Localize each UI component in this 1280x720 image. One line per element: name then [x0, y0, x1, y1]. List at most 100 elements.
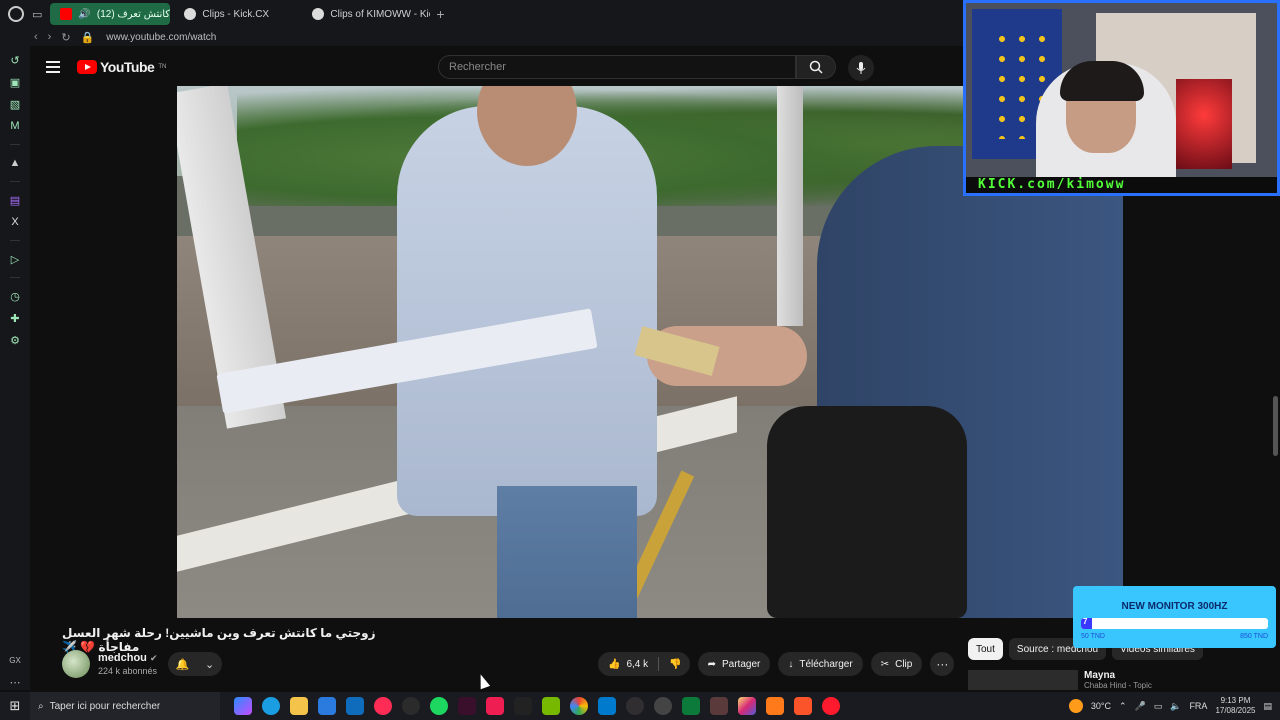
menu-hamburger-icon[interactable] — [46, 61, 60, 73]
subscription-bell-button[interactable]: 🔔 ⌄ — [168, 652, 222, 676]
country-code: TN — [158, 64, 167, 70]
store-icon[interactable] — [318, 697, 336, 715]
history-icon[interactable]: ◷ — [7, 288, 23, 304]
settings-gear-icon[interactable]: ⚙ — [7, 332, 23, 348]
vscode-icon[interactable] — [598, 697, 616, 715]
taskbar-clock[interactable]: 9:13 PM 17/08/2025 — [1215, 696, 1255, 716]
cam-bg-poster — [1176, 79, 1232, 169]
youtube-logo[interactable]: YouTube TN — [77, 59, 166, 75]
thumbs-up-icon[interactable]: 👍 — [608, 659, 620, 670]
twitch-icon[interactable]: ▤ — [7, 192, 23, 208]
chip-all[interactable]: Tout — [968, 638, 1003, 660]
recommended-video[interactable]: Mayna Chaba Hind - Topic — [968, 670, 1258, 690]
aria-icon[interactable]: ↺ — [7, 52, 23, 68]
obs-icon[interactable] — [626, 697, 644, 715]
like-dislike-pill: 👍 6,4 k 👎 — [598, 652, 690, 676]
forward-icon[interactable]: › — [48, 31, 52, 43]
instagram-icon[interactable] — [738, 697, 756, 715]
search-icon — [809, 60, 823, 74]
chrome-icon[interactable] — [570, 697, 588, 715]
sidebar-divider — [10, 144, 20, 145]
clock-time: 9:13 PM — [1220, 696, 1251, 705]
windows-start-icon[interactable]: ⊞ — [0, 692, 30, 720]
tab-kick-kimoww[interactable]: Clips of KIMOWW - Kick.C — [302, 3, 430, 25]
tiktok-icon[interactable] — [486, 697, 504, 715]
gx-control-icon[interactable]: ▧ — [7, 96, 23, 112]
page-scrollbar[interactable] — [1273, 396, 1278, 456]
share-button[interactable]: ➦ Partager — [697, 652, 771, 676]
goal-max: 850 TND — [1240, 633, 1268, 640]
weather-icon[interactable] — [1068, 699, 1083, 713]
wallet-icon[interactable]: ▣ — [7, 74, 23, 90]
video-bg-pillar — [777, 86, 803, 326]
settings-app-icon[interactable] — [654, 697, 672, 715]
network-icon[interactable]: ▭ — [1154, 701, 1163, 712]
back-icon[interactable]: ‹ — [34, 31, 38, 43]
outlook-icon[interactable] — [346, 697, 364, 715]
taskbar-apps — [234, 697, 840, 715]
mouse-cursor-icon — [475, 672, 491, 690]
gx-corner-icon[interactable]: GX — [7, 652, 23, 668]
sidebar-divider — [10, 240, 20, 241]
voice-search-button[interactable] — [848, 55, 874, 81]
new-tab-button[interactable]: + — [436, 6, 444, 22]
language-indicator[interactable]: FRA — [1189, 701, 1207, 711]
notifications-icon[interactable]: ▤ — [1263, 701, 1272, 712]
brave-icon[interactable] — [794, 697, 812, 715]
like-count[interactable]: 6,4 k — [626, 659, 648, 670]
file-explorer-icon[interactable] — [290, 697, 308, 715]
channel-name[interactable]: medchou ✔ — [98, 652, 158, 664]
temperature[interactable]: 30°C — [1091, 701, 1111, 711]
more-dots-icon[interactable]: ⋯ — [7, 674, 23, 690]
volume-icon[interactable]: 🔈 — [1170, 701, 1181, 712]
microphone-tray-icon[interactable]: 🎤 — [1134, 701, 1145, 712]
copilot-icon[interactable] — [234, 697, 252, 715]
tab-speaker-icon[interactable]: 🔊 — [78, 9, 90, 20]
tab-youtube[interactable]: 🔊 (12) زوجتي ما كانتش تعرف — [50, 3, 171, 25]
tab-kick-clips[interactable]: Clips - Kick.CX — [174, 3, 298, 25]
goal-title: NEW MONITOR 300HZ — [1121, 601, 1228, 612]
share-arrow-icon: ➦ — [707, 658, 716, 670]
download-label: Télécharger — [799, 658, 853, 670]
reload-icon[interactable]: ↻ — [61, 31, 70, 44]
opera-gx-icon[interactable] — [374, 697, 392, 715]
game-icon[interactable] — [710, 697, 728, 715]
opera-red-icon[interactable] — [822, 697, 840, 715]
taskbar-search[interactable]: ⌕ Taper ici pour rechercher — [30, 692, 220, 720]
kick-channel-banner: KICK.com/kimoww — [966, 177, 1277, 193]
channel-info: medchou ✔ 224 k abonnés — [62, 650, 158, 678]
extensions-icon[interactable]: ✚ — [7, 310, 23, 326]
url-field[interactable]: www.youtube.com/watch — [106, 32, 216, 43]
search-input[interactable]: Rechercher — [438, 55, 796, 79]
lock-icon: 🔒 — [80, 31, 95, 44]
tab-island-icon[interactable]: ▭ — [32, 8, 42, 21]
x-twitter-icon[interactable]: X — [7, 214, 23, 230]
player-icon[interactable]: ▷ — [7, 251, 23, 267]
terminal-icon[interactable] — [682, 697, 700, 715]
clip-button[interactable]: ✂ Clip — [870, 652, 923, 676]
search-button[interactable] — [796, 55, 836, 79]
messenger-icon[interactable]: M — [7, 118, 23, 134]
channel-name-text: medchou — [98, 652, 147, 664]
more-actions-button[interactable]: ··· — [930, 652, 955, 676]
app-orange-icon[interactable] — [766, 697, 784, 715]
clip-label: Clip — [895, 658, 913, 670]
edge-icon[interactable] — [262, 697, 280, 715]
channel-avatar[interactable] — [62, 650, 90, 678]
nvidia-icon[interactable] — [542, 697, 560, 715]
capcut-icon[interactable] — [458, 697, 476, 715]
discord-icon[interactable]: ▲ — [7, 155, 23, 171]
steam-icon[interactable] — [402, 697, 420, 715]
recommended-channel: Chaba Hind - Topic — [1084, 681, 1152, 690]
capcut-alt-icon[interactable] — [514, 697, 532, 715]
opera-logo-icon[interactable] — [8, 6, 24, 22]
channel-meta: medchou ✔ 224 k abonnés — [98, 652, 158, 676]
download-button[interactable]: ↓ Télécharger — [778, 652, 863, 676]
youtube-favicon-icon — [60, 8, 73, 20]
spotify-icon[interactable] — [430, 697, 448, 715]
tray-chevron-up-icon[interactable]: ⌃ — [1119, 701, 1127, 712]
tab-label: (12) زوجتي ما كانتش تعرف — [96, 8, 171, 20]
thumbs-down-icon[interactable]: 👎 — [669, 659, 681, 670]
tab-label: Clips - Kick.CX — [202, 8, 270, 20]
monitor-goal-widget: NEW MONITOR 300HZ 7 50 TND 850 TND — [1073, 586, 1276, 648]
